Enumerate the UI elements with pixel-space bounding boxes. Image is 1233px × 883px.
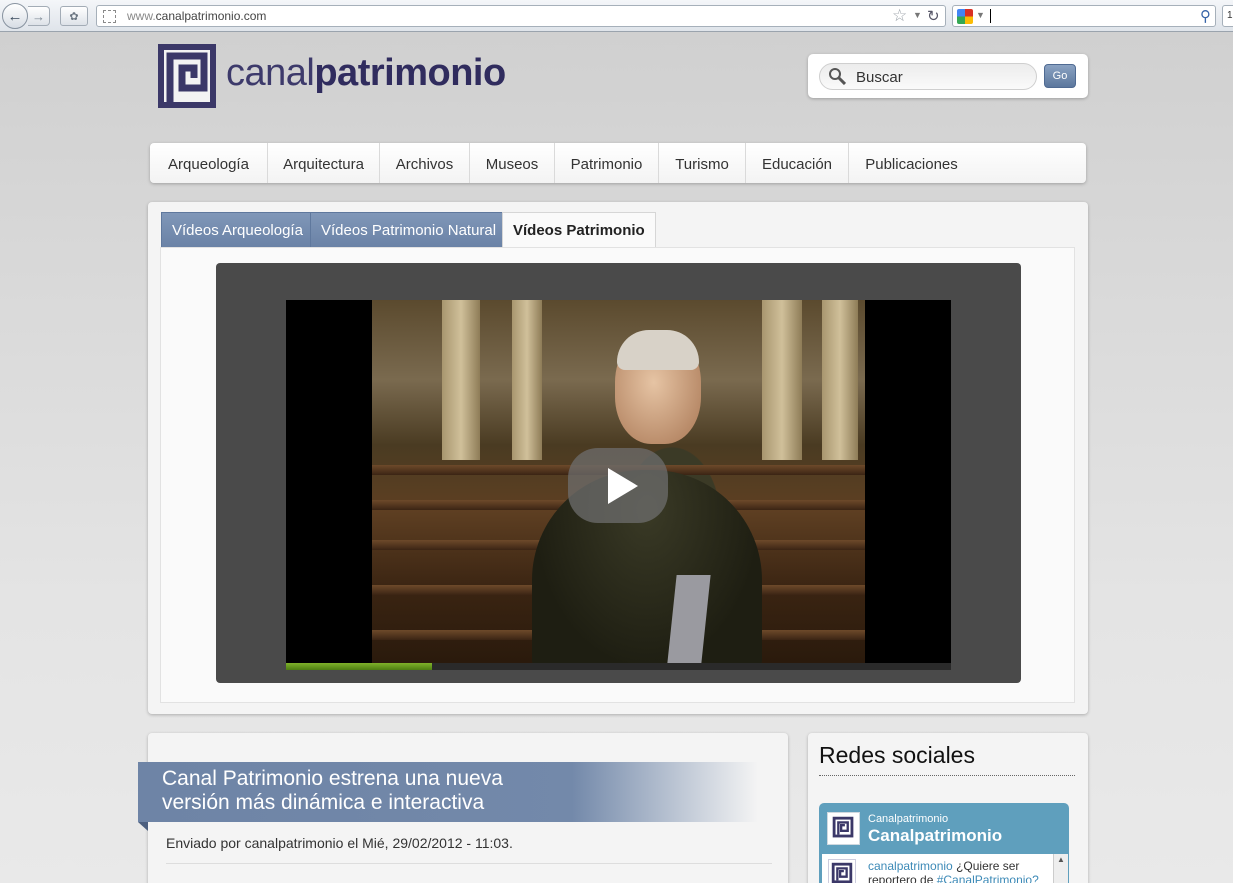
browser-toolbar: ← → ✿ www.canalpatrimonio.com ☆ ▼ ↻ ▼ ⚲ … xyxy=(0,0,1233,32)
video-player[interactable] xyxy=(216,263,1021,683)
tab-videos-patrimonio[interactable]: Vídeos Patrimonio xyxy=(502,212,656,249)
address-bar[interactable]: www.canalpatrimonio.com ☆ ▼ ↻ xyxy=(96,5,946,27)
tweet-scrollbar[interactable]: ▲ xyxy=(1053,854,1068,883)
puzzle-icon: ✿ xyxy=(69,10,79,23)
scene-pillar xyxy=(512,300,542,460)
arrow-left-icon: ← xyxy=(7,7,23,25)
magnifier-icon xyxy=(829,68,846,85)
nav-item-educacion[interactable]: Educación xyxy=(746,143,849,183)
video-progress-fill xyxy=(286,663,433,670)
engine-dropdown-icon[interactable]: ▼ xyxy=(976,10,985,20)
tweet-text: canalpatrimonio ¿Quiere ser reportero de… xyxy=(868,859,1039,883)
article-meta: Enviado por canalpatrimonio el Mié, 29/0… xyxy=(166,835,513,851)
google-icon[interactable] xyxy=(957,9,973,24)
search-field[interactable] xyxy=(819,63,1037,90)
sidebar-title: Redes sociales xyxy=(819,742,975,768)
addon-button[interactable]: ✿ xyxy=(60,6,88,26)
text-caret xyxy=(990,9,991,23)
search-icon[interactable]: ⚲ xyxy=(1200,7,1211,25)
nav-item-archivos[interactable]: Archivos xyxy=(380,143,470,183)
nav-item-museos[interactable]: Museos xyxy=(470,143,555,183)
site-search-box: Go xyxy=(808,54,1088,98)
arrow-right-icon: → xyxy=(32,8,45,24)
main-nav: Arqueología Arquitectura Archivos Museos… xyxy=(150,143,1086,183)
nav-item-arqueologia[interactable]: Arqueología xyxy=(150,143,268,183)
article-title[interactable]: Canal Patrimonio estrena una nueva versi… xyxy=(162,767,562,815)
bookmark-star-icon[interactable]: ☆ xyxy=(892,6,907,26)
tab-videos-patrimonio-natural[interactable]: Vídeos Patrimonio Natural xyxy=(310,212,508,247)
twitter-handle[interactable]: Canalpatrimonio xyxy=(868,813,948,825)
presenter-hair xyxy=(617,330,699,370)
twitter-name[interactable]: Canalpatrimonio xyxy=(868,826,1002,846)
article-panel: Canal Patrimonio estrena una nueva versi… xyxy=(138,733,788,883)
video-panel: Vídeos Arqueología Vídeos Patrimonio Nat… xyxy=(148,202,1088,714)
scroll-up-icon[interactable]: ▲ xyxy=(1054,854,1068,866)
divider xyxy=(819,775,1075,776)
nav-item-arquitectura[interactable]: Arquitectura xyxy=(268,143,380,183)
search-input[interactable] xyxy=(856,69,1026,86)
twitter-widget: Canalpatrimonio Canalpatrimonio canalpat… xyxy=(819,803,1069,883)
logo-icon[interactable] xyxy=(158,44,216,108)
twitter-avatar[interactable] xyxy=(827,812,860,845)
scene-pillar xyxy=(442,300,480,460)
tweet-avatar[interactable] xyxy=(828,859,856,883)
toolbar-extra-button[interactable]: 1 xyxy=(1222,5,1233,27)
nav-item-patrimonio[interactable]: Patrimonio xyxy=(555,143,659,183)
ribbon-fold xyxy=(138,822,148,831)
back-button[interactable]: ← xyxy=(2,3,28,29)
scene-pillar xyxy=(822,300,858,460)
site-logo-text[interactable]: canalpatrimonio xyxy=(226,52,506,95)
sidebar-panel: Redes sociales Canalpatrimonio Canalpatr… xyxy=(808,733,1088,883)
reload-icon[interactable]: ↻ xyxy=(927,7,940,25)
scene-pillar xyxy=(762,300,802,460)
go-button[interactable]: Go xyxy=(1044,64,1076,88)
nav-item-turismo[interactable]: Turismo xyxy=(659,143,746,183)
divider xyxy=(166,863,772,864)
play-icon[interactable] xyxy=(568,448,668,523)
nav-item-publicaciones[interactable]: Publicaciones xyxy=(849,143,974,183)
browser-search-bar[interactable]: ▼ ⚲ xyxy=(952,5,1216,27)
forward-button[interactable]: → xyxy=(28,6,50,26)
site-identity-icon[interactable] xyxy=(103,10,116,23)
video-progress-bar[interactable] xyxy=(286,663,951,670)
tab-videos-arqueologia[interactable]: Vídeos Arqueología xyxy=(161,212,314,247)
url-text: www.canalpatrimonio.com xyxy=(127,9,267,23)
tweet-list: canalpatrimonio ¿Quiere ser reportero de… xyxy=(822,854,1068,883)
video-screen[interactable] xyxy=(286,300,951,663)
url-dropdown-icon[interactable]: ▼ xyxy=(913,10,922,20)
